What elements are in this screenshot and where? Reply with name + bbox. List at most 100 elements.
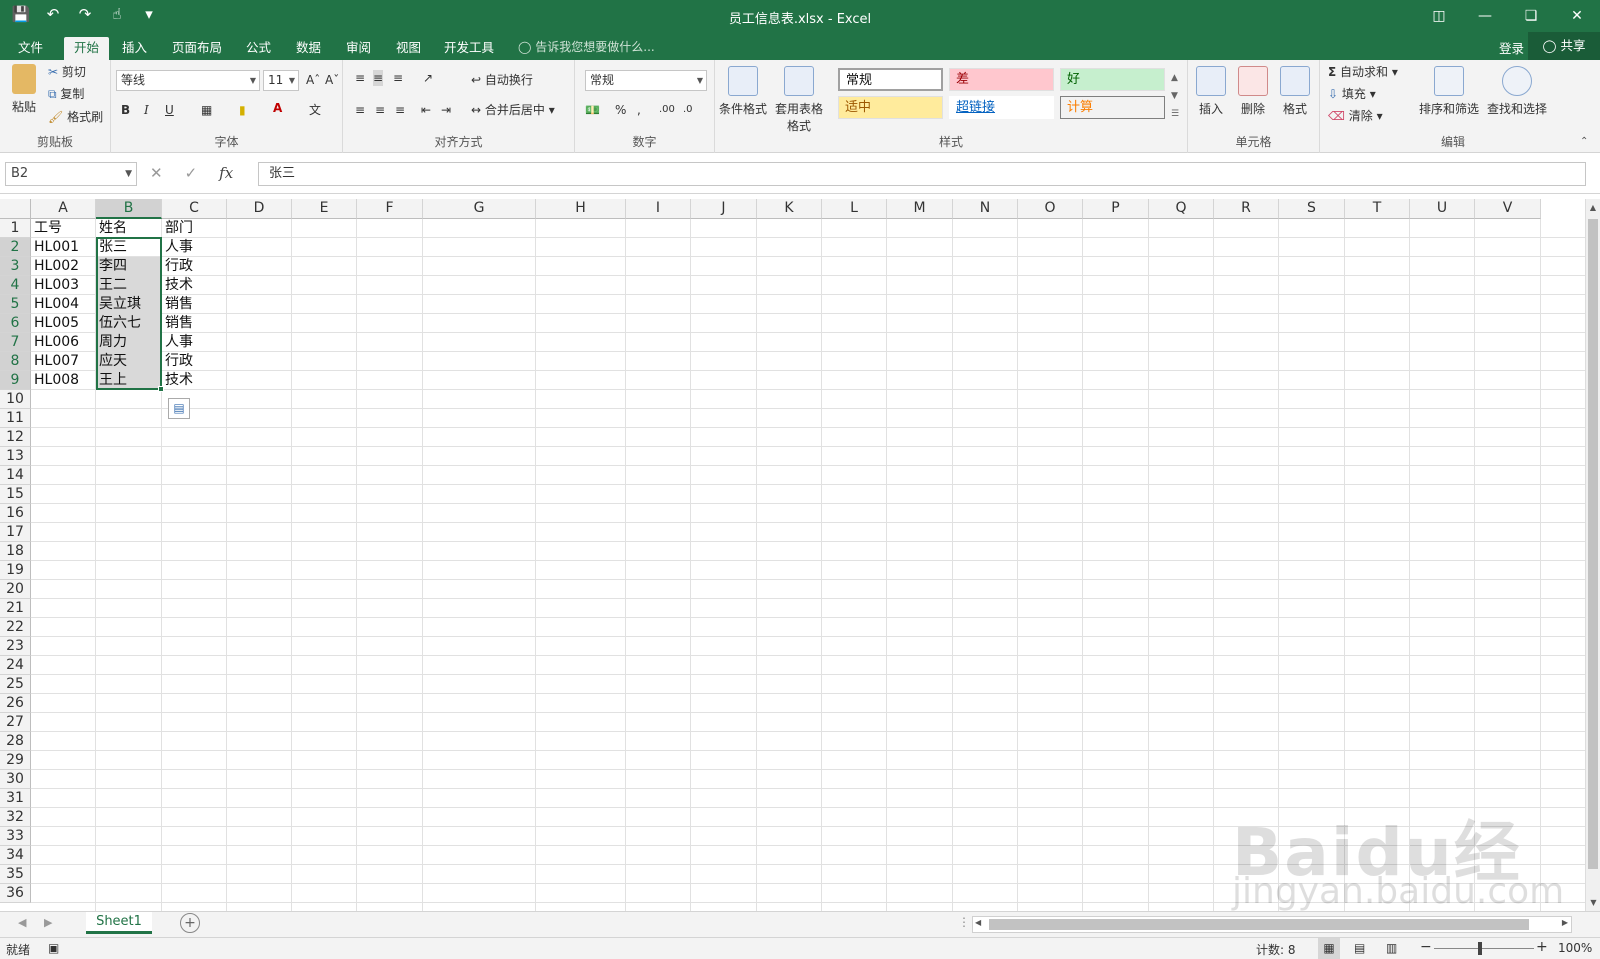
find-select-button[interactable]: 查找和选择 xyxy=(1484,66,1550,117)
row-header[interactable]: 15 xyxy=(0,485,31,504)
row-header[interactable]: 2 xyxy=(0,238,31,257)
delete-cells-button[interactable]: 删除 xyxy=(1234,66,1272,117)
cell[interactable]: 王二 xyxy=(96,276,162,295)
cell[interactable]: 部门 xyxy=(162,219,227,238)
format-painter-button[interactable]: 🖌 格式刷 xyxy=(48,109,103,125)
column-header[interactable]: U xyxy=(1410,199,1475,219)
column-header[interactable]: H xyxy=(536,199,626,219)
zoom-level[interactable]: 100% xyxy=(1558,941,1592,955)
share-button[interactable]: ◯ 共享 xyxy=(1528,32,1600,60)
row-header[interactable]: 7 xyxy=(0,333,31,352)
border-icon[interactable]: ▦ xyxy=(201,102,212,118)
cell[interactable]: 王上 xyxy=(96,371,162,390)
row-header[interactable]: 17 xyxy=(0,523,31,542)
format-cells-button[interactable]: 格式 xyxy=(1276,66,1314,117)
tab-formulas[interactable]: 公式 xyxy=(236,37,281,60)
column-header[interactable]: L xyxy=(822,199,887,219)
column-header[interactable]: A xyxy=(31,199,96,219)
column-header[interactable]: J xyxy=(691,199,757,219)
cell[interactable]: 周力 xyxy=(96,333,162,352)
phonetic-icon[interactable]: 文 xyxy=(309,102,321,118)
copy-button[interactable]: ⧉ 复制 xyxy=(48,86,84,102)
align-center-icon[interactable]: ≡ xyxy=(375,102,385,118)
cell[interactable]: 应天 xyxy=(96,352,162,371)
row-header[interactable]: 33 xyxy=(0,827,31,846)
tell-me-search[interactable]: ◯ 告诉我您想要做什么... xyxy=(518,38,655,55)
comma-icon[interactable]: , xyxy=(637,102,641,118)
column-header[interactable]: S xyxy=(1279,199,1345,219)
vertical-scroll-thumb[interactable] xyxy=(1588,219,1598,869)
tab-review[interactable]: 审阅 xyxy=(336,37,381,60)
collapse-ribbon-icon[interactable]: ⌃ xyxy=(1580,134,1588,150)
row-header[interactable]: 21 xyxy=(0,599,31,618)
macro-record-icon[interactable]: ▣ xyxy=(48,941,59,955)
column-header[interactable]: G xyxy=(423,199,536,219)
column-header[interactable]: R xyxy=(1214,199,1279,219)
row-header[interactable]: 35 xyxy=(0,865,31,884)
column-header[interactable]: O xyxy=(1018,199,1083,219)
conditional-format-button[interactable]: 条件格式 xyxy=(717,66,769,117)
worksheet-grid[interactable]: ABCDEFGHIJKLMNOPQRSTUV 1 2 3 4 5 6 7 8 9 10 11 12 13… xyxy=(0,199,1585,911)
formula-input[interactable]: 张三 xyxy=(258,162,1586,186)
format-as-table-button[interactable]: 套用表格格式 xyxy=(771,66,827,134)
row-header[interactable]: 6 xyxy=(0,314,31,333)
row-header[interactable]: 8 xyxy=(0,352,31,371)
decrease-indent-icon[interactable]: ⇤ xyxy=(421,102,431,118)
font-size-combo[interactable]: 11 ▼ xyxy=(263,70,299,91)
percent-icon[interactable]: % xyxy=(615,102,626,118)
cell[interactable]: 技术 xyxy=(162,371,227,390)
style-calculation[interactable]: 计算 xyxy=(1060,96,1165,119)
cell[interactable]: 行政 xyxy=(162,352,227,371)
row-header[interactable]: 3 xyxy=(0,257,31,276)
sheet-tab-sheet1[interactable]: Sheet1 xyxy=(86,912,152,934)
column-header[interactable]: M xyxy=(887,199,953,219)
styles-scroll-down-icon[interactable]: ▼ xyxy=(1171,88,1178,104)
autosum-button[interactable]: Σ 自动求和 ▾ xyxy=(1328,64,1398,80)
close-icon[interactable]: ✕ xyxy=(1554,0,1600,32)
underline-icon[interactable]: U xyxy=(165,102,174,118)
sort-filter-button[interactable]: 排序和筛选 xyxy=(1416,66,1482,117)
row-header[interactable]: 30 xyxy=(0,770,31,789)
grow-font-icon[interactable]: Aˆ xyxy=(306,72,320,88)
cell[interactable]: 销售 xyxy=(162,314,227,333)
row-header[interactable]: 14 xyxy=(0,466,31,485)
cell[interactable]: 销售 xyxy=(162,295,227,314)
row-header[interactable]: 29 xyxy=(0,751,31,770)
column-header[interactable]: C xyxy=(162,199,227,219)
split-handle-icon[interactable]: ⋮ xyxy=(958,915,970,929)
enter-icon[interactable]: ✓ xyxy=(185,164,198,182)
tab-insert[interactable]: 插入 xyxy=(112,37,157,60)
cell[interactable]: HL008 xyxy=(31,371,96,390)
cell[interactable]: 姓名 xyxy=(96,219,162,238)
cell[interactable]: HL003 xyxy=(31,276,96,295)
page-layout-view-icon[interactable]: ▤ xyxy=(1354,941,1365,955)
row-header[interactable]: 25 xyxy=(0,675,31,694)
name-box[interactable]: B2 ▼ xyxy=(5,162,137,186)
row-header[interactable]: 32 xyxy=(0,808,31,827)
style-normal[interactable]: 常规 xyxy=(838,68,943,91)
row-header[interactable]: 18 xyxy=(0,542,31,561)
sheet-next-icon[interactable]: ▶ xyxy=(44,916,52,929)
row-header[interactable]: 1 xyxy=(0,219,31,238)
decrease-decimal-icon[interactable]: .0 xyxy=(683,102,693,118)
row-header[interactable]: 10 xyxy=(0,390,31,409)
cell[interactable]: HL004 xyxy=(31,295,96,314)
wrap-text-button[interactable]: ↩ 自动换行 xyxy=(471,72,533,88)
row-header[interactable]: 24 xyxy=(0,656,31,675)
cell[interactable]: 伍六七 xyxy=(96,314,162,333)
style-bad[interactable]: 差 xyxy=(949,68,1054,91)
row-header[interactable]: 31 xyxy=(0,789,31,808)
ribbon-display-icon[interactable]: ◫ xyxy=(1416,0,1462,32)
fill-handle[interactable] xyxy=(158,386,164,392)
increase-decimal-icon[interactable]: .00 xyxy=(659,102,675,118)
scroll-up-icon[interactable]: ▲ xyxy=(1586,203,1600,212)
column-header[interactable]: N xyxy=(953,199,1018,219)
new-sheet-icon[interactable]: + xyxy=(180,913,200,933)
styles-more-icon[interactable]: ☰ xyxy=(1171,106,1179,122)
vertical-scrollbar[interactable]: ▲ ▼ xyxy=(1585,199,1600,911)
clear-button[interactable]: ⌫ 清除 ▾ xyxy=(1328,108,1383,124)
bold-icon[interactable]: B xyxy=(121,102,130,118)
scroll-down-icon[interactable]: ▼ xyxy=(1586,898,1600,907)
tab-view[interactable]: 视图 xyxy=(386,37,431,60)
number-format-combo[interactable]: 常规 ▼ xyxy=(585,70,707,91)
